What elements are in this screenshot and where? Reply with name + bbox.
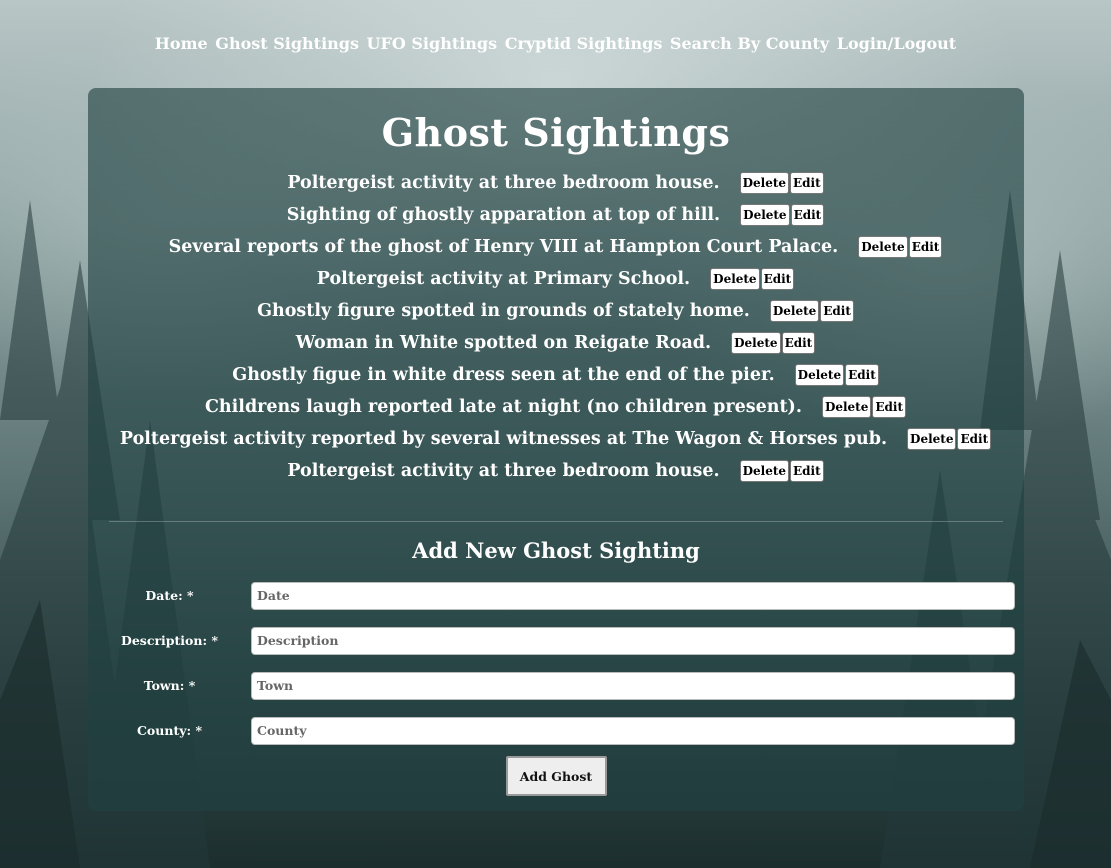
edit-button[interactable]: Edit [790,460,824,482]
sighting-text: Poltergeist activity at three bedroom ho… [287,461,720,481]
nav-login-logout-link[interactable]: Login/Logout [837,34,956,53]
nav-home-link[interactable]: Home [155,34,208,53]
sighting-text: Poltergeist activity at Primary School. [316,269,691,289]
sighting-text: Poltergeist activity reported by several… [119,429,888,449]
nav-search-by-county-link[interactable]: Search By County [670,34,829,53]
delete-button[interactable]: Delete [739,460,790,482]
delete-button[interactable]: Delete [858,236,908,258]
date-label: Date: * [145,588,194,603]
delete-button[interactable]: Delete [794,364,845,386]
date-field[interactable] [251,581,1015,610]
town-field[interactable] [251,671,1015,700]
sighting-text: Several reports of the ghost of Henry VI… [168,237,839,257]
sighting-text: Sighting of ghostly apparation at top of… [286,205,721,225]
sighting-text: Ghostly figue in white dress seen at the… [232,365,775,385]
list-item: Ghostly figure spotted in grounds of sta… [88,295,1024,327]
delete-button[interactable]: Delete [769,300,820,322]
delete-button[interactable]: Delete [907,428,957,450]
delete-button[interactable]: Delete [739,172,790,194]
county-row: County: * [88,708,1024,753]
description-row: Description: * [88,618,1024,663]
nav-ufo-sightings-link[interactable]: UFO Sightings [367,34,498,53]
list-item: Woman in White spotted on Reigate Road. … [88,327,1024,359]
edit-button[interactable]: Edit [790,204,825,226]
sighting-text: Childrens laugh reported late at night (… [205,397,802,417]
edit-button[interactable]: Edit [760,268,795,290]
edit-button[interactable]: Edit [781,332,816,354]
list-item: Ghostly figue in white dress seen at the… [88,359,1024,391]
main-panel: Ghost Sightings Poltergeist activity at … [88,88,1024,811]
nav-ghost-sightings-link[interactable]: Ghost Sightings [215,34,359,53]
delete-button[interactable]: Delete [821,396,872,418]
list-item: Poltergeist activity reported by several… [88,423,1024,455]
delete-button[interactable]: Delete [740,204,790,226]
town-label: Town: * [143,678,196,693]
sighting-text: Ghostly figure spotted in grounds of sta… [257,301,750,321]
add-ghost-button[interactable]: Add Ghost [505,756,607,796]
list-item: Sighting of ghostly apparation at top of… [88,199,1024,231]
edit-button[interactable]: Edit [845,364,879,386]
edit-button[interactable]: Edit [957,428,992,450]
page-title: Ghost Sightings [381,110,731,155]
edit-button[interactable]: Edit [820,300,854,322]
edit-button[interactable]: Edit [790,172,824,194]
county-field[interactable] [251,716,1015,745]
list-item: Poltergeist activity at Primary School. … [88,263,1024,295]
edit-button[interactable]: Edit [908,236,943,258]
delete-button[interactable]: Delete [710,268,760,290]
nav-cryptid-sightings-link[interactable]: Cryptid Sightings [505,34,663,53]
list-item: Poltergeist activity at three bedroom ho… [88,167,1024,199]
top-nav: Home Ghost Sightings UFO Sightings Crypt… [0,34,1111,53]
sighting-text: Poltergeist activity at three bedroom ho… [287,173,720,193]
form-title: Add New Ghost Sighting [412,538,700,563]
date-row: Date: * [88,573,1024,618]
submit-wrap: Add Ghost [88,756,1024,796]
edit-button[interactable]: Edit [872,396,906,418]
description-field[interactable] [251,626,1015,655]
list-item: Several reports of the ghost of Henry VI… [88,231,1024,263]
county-label: County: * [136,723,202,738]
town-row: Town: * [88,663,1024,708]
add-sighting-form: Date: * Description: * Town: * County: *… [88,573,1024,796]
list-item: Childrens laugh reported late at night (… [88,391,1024,423]
list-item: Poltergeist activity at three bedroom ho… [88,455,1024,487]
section-divider [109,521,1003,522]
sighting-text: Woman in White spotted on Reigate Road. [295,333,712,353]
sightings-list: Poltergeist activity at three bedroom ho… [88,167,1024,487]
delete-button[interactable]: Delete [731,332,781,354]
description-label: Description: * [121,633,218,648]
